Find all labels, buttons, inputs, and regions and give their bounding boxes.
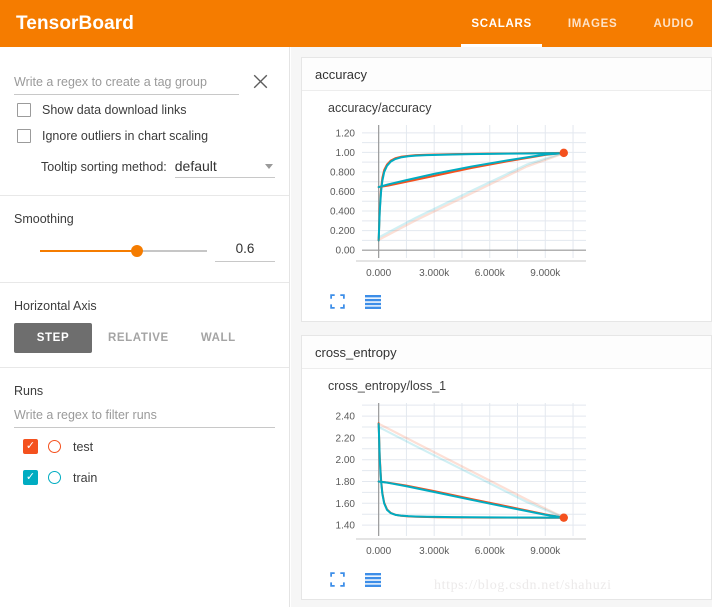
chart-title: cross_entropy/loss_1	[328, 379, 711, 393]
svg-text:0.200: 0.200	[330, 226, 355, 237]
tooltip-sorting-select[interactable]: default	[175, 158, 275, 178]
accuracy-chart[interactable]: 0.00 0.200 0.400 0.600 0.800 1.00 1.20 0.000 3.0…	[310, 117, 600, 292]
svg-text:6.000k: 6.000k	[475, 268, 506, 279]
axis-button-wall[interactable]: WALL	[185, 323, 252, 353]
tab-images[interactable]: IMAGES	[550, 0, 636, 47]
tag-group-regex-input[interactable]	[14, 75, 239, 95]
card-header[interactable]: accuracy	[302, 58, 711, 91]
svg-text:0.800: 0.800	[330, 167, 355, 178]
svg-text:0.600: 0.600	[330, 187, 355, 198]
horizontal-axis-button-group: STEP RELATIVE WALL	[14, 323, 275, 353]
divider	[0, 282, 289, 283]
cross-entropy-chart[interactable]: 1.40 1.60 1.80 2.00 2.20 2.40 0.000 3.000k 6.000…	[310, 395, 600, 570]
axis-button-step[interactable]: STEP	[14, 323, 92, 353]
runs-filter-input[interactable]	[14, 408, 275, 428]
slider-fill	[40, 250, 137, 252]
checkbox-label: Show data download links	[42, 103, 187, 117]
tooltip-sorting-row: Tooltip sorting method: default	[14, 158, 275, 181]
tooltip-sorting-label: Tooltip sorting method:	[41, 160, 167, 178]
checkbox-show-data-download-links[interactable]: Show data download links	[14, 98, 275, 121]
checkbox-box	[17, 129, 31, 143]
tag-group-row	[14, 47, 275, 95]
chart-card-cross-entropy: cross_entropy cross_entropy/loss_1 1.401…	[301, 335, 712, 600]
run-label: train	[73, 471, 97, 485]
svg-text:1.60: 1.60	[336, 499, 356, 510]
run-color-circle	[48, 440, 61, 453]
data-table-icon[interactable]	[365, 573, 381, 587]
svg-text:6.000k: 6.000k	[475, 546, 506, 557]
divider	[0, 367, 289, 368]
card-body: accuracy/accuracy 0.00 0.200 0.400 0.600 0.8…	[302, 91, 711, 321]
checkbox-box	[17, 103, 31, 117]
app-title: TensorBoard	[16, 13, 134, 35]
slider-knob[interactable]	[131, 245, 143, 257]
expand-icon[interactable]	[330, 572, 345, 587]
axis-button-relative-label: RELATIVE	[108, 332, 169, 344]
smoothing-value: 0.6	[236, 241, 255, 256]
run-item-test[interactable]: ✓ test	[14, 434, 275, 459]
chart-title: accuracy/accuracy	[328, 101, 711, 115]
svg-text:3.000k: 3.000k	[419, 268, 450, 279]
svg-text:0.000: 0.000	[366, 268, 391, 279]
svg-text:0.400: 0.400	[330, 207, 355, 218]
svg-text:2.40: 2.40	[336, 412, 356, 423]
run-color-circle	[48, 471, 61, 484]
card-actions	[302, 292, 711, 315]
run-checkbox[interactable]: ✓	[23, 470, 38, 485]
run-item-train[interactable]: ✓ train	[14, 465, 275, 490]
svg-text:3.000k: 3.000k	[419, 546, 450, 557]
chart-card-accuracy: accuracy accuracy/accuracy 0.00 0.200 0.40…	[301, 57, 712, 322]
tab-audio-label: AUDIO	[653, 18, 694, 30]
card-body: cross_entropy/loss_1 1.40 1.60 1.80 2.00 2.2…	[302, 369, 711, 599]
smoothing-row: 0.6	[14, 240, 275, 262]
svg-text:9.000k: 9.000k	[530, 546, 561, 557]
settings-sidebar: Show data download links Ignore outliers…	[0, 47, 290, 607]
tab-scalars-label: SCALARS	[471, 18, 532, 30]
svg-text:1.00: 1.00	[336, 148, 356, 159]
horizontal-axis-title: Horizontal Axis	[14, 299, 275, 313]
expand-icon[interactable]	[330, 294, 345, 309]
data-table-icon[interactable]	[365, 295, 381, 309]
checkbox-label: Ignore outliers in chart scaling	[42, 129, 208, 143]
checkbox-ignore-outliers[interactable]: Ignore outliers in chart scaling	[14, 124, 275, 147]
axis-button-wall-label: WALL	[201, 332, 236, 344]
nav-tabs: SCALARS IMAGES AUDIO	[453, 0, 712, 47]
run-checkbox[interactable]: ✓	[23, 439, 38, 454]
card-header-title: cross_entropy	[315, 345, 397, 360]
svg-text:1.20: 1.20	[336, 128, 356, 139]
smoothing-title: Smoothing	[14, 212, 275, 226]
svg-text:0.00: 0.00	[336, 246, 356, 257]
close-icon[interactable]	[245, 68, 275, 94]
svg-text:2.00: 2.00	[336, 455, 356, 466]
top-app-bar: TensorBoard SCALARS IMAGES AUDIO	[0, 0, 712, 47]
axis-button-step-label: STEP	[37, 332, 69, 344]
smoothing-value-field[interactable]: 0.6	[215, 240, 275, 262]
card-header[interactable]: cross_entropy	[302, 336, 711, 369]
svg-text:9.000k: 9.000k	[530, 268, 561, 279]
svg-text:1.80: 1.80	[336, 477, 356, 488]
tooltip-sorting-value: default	[175, 158, 217, 174]
tab-audio[interactable]: AUDIO	[635, 0, 712, 47]
svg-text:1.40: 1.40	[336, 521, 356, 532]
runs-title: Runs	[14, 384, 275, 398]
card-actions	[302, 570, 711, 593]
card-header-title: accuracy	[315, 67, 367, 82]
axis-button-relative[interactable]: RELATIVE	[92, 323, 185, 353]
tab-scalars[interactable]: SCALARS	[453, 0, 550, 47]
svg-text:2.20: 2.20	[336, 433, 356, 444]
run-label: test	[73, 440, 93, 454]
smoothing-slider[interactable]	[40, 243, 207, 259]
divider	[0, 195, 289, 196]
chevron-down-icon	[265, 164, 273, 169]
charts-panel: accuracy accuracy/accuracy 0.00 0.200 0.40…	[291, 47, 712, 607]
svg-text:0.000: 0.000	[366, 546, 391, 557]
tab-images-label: IMAGES	[568, 18, 618, 30]
